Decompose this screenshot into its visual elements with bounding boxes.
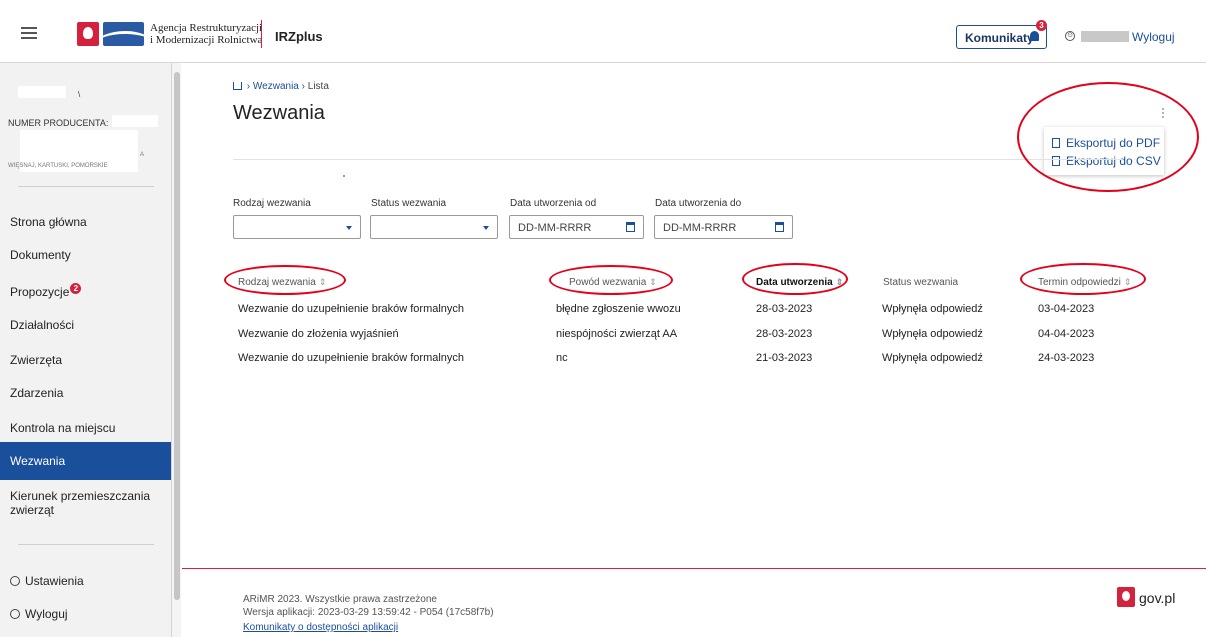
gov-link[interactable]: gov.pl: [1139, 590, 1175, 606]
annotation-ellipse-export: [1017, 82, 1199, 192]
menu-icon[interactable]: [21, 27, 37, 39]
filter-status-label: Status wezwania: [371, 198, 447, 209]
cell-powod: nc: [556, 352, 568, 364]
chevron-down-icon: [346, 226, 352, 230]
breadcrumb-sep: ›: [246, 81, 251, 92]
komunikaty-label: Komunikaty: [965, 31, 1034, 45]
footer-copyright: ARiMR 2023. Wszystkie prawa zastrzeżone: [243, 594, 437, 605]
column-header-label: Status wezwania: [883, 277, 959, 288]
sidebar-item-label: Propozycje: [10, 285, 70, 299]
filter-date-to-label: Data utworzenia do: [655, 198, 742, 209]
footer-divider: [182, 568, 1206, 569]
logout-label: Wyloguj: [25, 607, 68, 621]
breadcrumb-sep: ›: [301, 81, 305, 92]
redacted-producer-number: [112, 115, 158, 127]
sidebar-item-label: Zdarzenia: [10, 386, 64, 400]
sidebar-divider: [18, 186, 154, 187]
title-divider: [233, 159, 1123, 160]
cell-data: 28-03-2023: [756, 303, 813, 315]
cell-status: Wpłynęła odpowiedź: [882, 303, 983, 315]
date-placeholder: DD-MM-RRRR: [663, 222, 737, 234]
sidebar-item-label: Dokumenty: [10, 248, 71, 262]
logout-link[interactable]: Wyloguj: [1132, 30, 1175, 44]
annotation-ellipse-powod: [549, 265, 673, 295]
redacted-producer-name: [18, 86, 66, 98]
redacted-fragment: WIĘSNAJ, KARTUSKI, POMORSKIE: [8, 163, 108, 169]
sidebar-scroll-thumb[interactable]: [174, 72, 180, 600]
filter-date-from-label: Data utworzenia od: [510, 198, 597, 209]
sidebar-item-label: Działalności: [10, 318, 75, 332]
cell-status: Wpłynęła odpowiedź: [882, 352, 983, 364]
filter-date-to-input[interactable]: DD-MM-RRRR: [654, 215, 793, 239]
polish-eagle-logo: [77, 22, 99, 46]
sidebar-item-label: Strona główna: [10, 215, 87, 229]
user-icon: ⊙: [1065, 31, 1075, 41]
annotation-ellipse-rodzaj: [224, 265, 346, 295]
breadcrumb-current: Lista: [307, 81, 329, 92]
sidebar-divider: [18, 544, 154, 545]
breadcrumb: › Wezwania › Lista: [233, 81, 329, 92]
bell-icon: [1030, 31, 1039, 41]
sidebar-item-kierunek[interactable]: Kierunek przemieszczania zwierząt: [0, 480, 171, 530]
komunikaty-button[interactable]: Komunikaty: [956, 25, 1047, 49]
sidebar-logout[interactable]: Wyloguj: [0, 595, 171, 633]
sidebar-item-propozycje[interactable]: Propozycje 2: [0, 271, 171, 309]
calendar-icon[interactable]: [626, 222, 635, 232]
notification-badge: 3: [1036, 20, 1047, 31]
cell-termin: 03-04-2023: [1038, 303, 1095, 315]
sidebar-item-label: Wezwania: [10, 454, 66, 468]
sidebar-item-label: Kontrola na miejscu: [10, 421, 116, 435]
column-header-status: Status wezwania: [883, 277, 958, 288]
cell-data: 21-03-2023: [756, 352, 813, 364]
breadcrumb-wezwania[interactable]: Wezwania: [253, 81, 299, 92]
filter-type-select[interactable]: [233, 215, 361, 239]
app-brand[interactable]: IRZplus: [275, 29, 323, 44]
settings-label: Ustawienia: [25, 574, 84, 588]
sidebar-item-dokumenty[interactable]: Dokumenty: [0, 236, 171, 274]
cell-termin: 04-04-2023: [1038, 328, 1095, 340]
brand-separator: [261, 20, 262, 48]
cell-rodzaj: Wezwanie do uzupełnienie braków formalny…: [238, 303, 465, 315]
arimr-logo: [103, 22, 144, 46]
agency-name: Agencja Restrukturyzacji i Modernizacji …: [150, 22, 263, 46]
redacted-username: [1081, 31, 1129, 42]
home-icon[interactable]: [233, 82, 242, 90]
cell-data: 28-03-2023: [756, 328, 813, 340]
top-header: Agencja Restrukturyzacji i Modernizacji …: [0, 0, 1206, 63]
sidebar-item-label: Zwierzęta: [10, 353, 63, 367]
accessibility-link[interactable]: Komunikaty o dostępności aplikacji: [243, 622, 398, 633]
footer-version: Wersja aplikacji: 2023-03-29 13:59:42 - …: [243, 607, 494, 618]
redacted-fragment: A: [140, 152, 145, 158]
propozycje-badge: 2: [70, 283, 82, 294]
cell-termin: 24-03-2023: [1038, 352, 1095, 364]
annotation-ellipse-data: [742, 263, 848, 295]
user-icon: [10, 609, 20, 619]
sidebar-item-wezwania[interactable]: Wezwania: [0, 442, 171, 480]
annotation-ellipse-termin: [1020, 263, 1146, 295]
calendar-icon[interactable]: [775, 222, 784, 232]
filter-status-select[interactable]: [370, 215, 498, 239]
dot-marker: [343, 175, 345, 177]
chevron-down-icon: [483, 226, 489, 230]
sidebar-item-dzialalnosci[interactable]: Działalności: [0, 306, 171, 344]
filter-type-label: Rodzaj wezwania: [233, 198, 311, 209]
cell-status: Wpłynęła odpowiedź: [882, 328, 983, 340]
cell-powod: błędne zgłoszenie wwozu: [556, 303, 681, 315]
date-placeholder: DD-MM-RRRR: [518, 222, 592, 234]
gear-icon: [10, 576, 20, 586]
cell-rodzaj: Wezwanie do uzupełnienie braków formalny…: [238, 352, 465, 364]
cell-powod: niespójności zwierząt AA: [556, 328, 678, 340]
gov-eagle-logo: [1117, 587, 1135, 607]
producer-number-label: NUMER PRODUCENTA:: [8, 118, 109, 128]
redacted-fragment: \: [78, 90, 81, 99]
sidebar-item-zdarzenia[interactable]: Zdarzenia: [0, 374, 171, 412]
page-title: Wezwania: [233, 102, 325, 124]
cell-rodzaj: Wezwanie do złożenia wyjaśnień: [238, 328, 399, 340]
filter-date-from-input[interactable]: DD-MM-RRRR: [509, 215, 644, 239]
sidebar-item-label: Kierunek przemieszczania zwierząt: [10, 489, 151, 517]
